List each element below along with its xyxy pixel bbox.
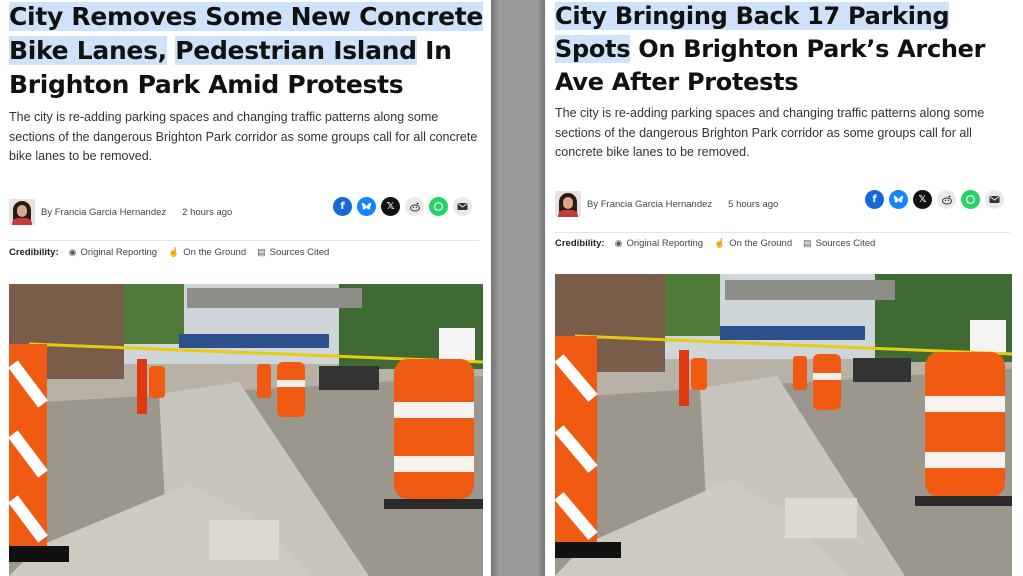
reddit-icon[interactable] [405, 197, 424, 216]
credibility-item[interactable]: ▤ Sources Cited [257, 247, 329, 258]
reddit-icon[interactable] [937, 190, 956, 209]
credibility-item[interactable]: ☝ On the Ground [714, 238, 792, 249]
mail-icon[interactable] [453, 197, 472, 216]
bluesky-icon[interactable] [357, 197, 376, 216]
share-buttons: f 𝕏 [865, 190, 1004, 209]
credibility-bar: Credibility: ◉ Original Reporting ☝ On the… [9, 247, 340, 258]
byline: By Francia Garcia Hernandez 2 hours ago [9, 198, 232, 226]
credibility-item-label: Original Reporting [626, 238, 704, 249]
facebook-icon[interactable]: f [333, 197, 352, 216]
left-article-panel: City Removes Some New Concrete Bike Lane… [0, 0, 491, 576]
credibility-label: Credibility: [555, 238, 605, 249]
mail-icon[interactable] [985, 190, 1004, 209]
article-photo [9, 284, 483, 576]
divider [9, 240, 479, 241]
document-icon: ▤ [803, 238, 812, 248]
article-dek: The city is re-adding parking spaces and… [9, 110, 478, 163]
credibility-item-label: On the Ground [183, 247, 247, 258]
article-headline[interactable]: City Bringing Back 17 Parking Spots On B… [555, 0, 1020, 99]
facebook-icon[interactable]: f [865, 190, 884, 209]
eye-icon: ◉ [614, 238, 623, 248]
bluesky-icon[interactable] [889, 190, 908, 209]
divider [555, 232, 1010, 233]
panel-shadow [491, 0, 499, 576]
credibility-item[interactable]: ▤ Sources Cited [803, 238, 875, 249]
credibility-bar: Credibility: ◉ Original Reporting ☝ On the… [555, 238, 886, 249]
article-photo [555, 274, 1012, 576]
whatsapp-icon[interactable] [961, 190, 980, 209]
credibility-item-label: Sources Cited [815, 238, 876, 249]
publish-time: 5 hours ago [728, 198, 779, 210]
credibility-item-label: Original Reporting [80, 247, 158, 258]
author-avatar[interactable] [555, 191, 581, 217]
document-icon: ▤ [257, 247, 266, 257]
x-icon[interactable]: 𝕏 [381, 197, 400, 216]
author-name[interactable]: By Francia Garcia Hernandez [41, 207, 166, 218]
author-name[interactable]: By Francia Garcia Hernandez [587, 199, 712, 210]
publish-time: 2 hours ago [182, 206, 233, 218]
right-article-panel: City Bringing Back 17 Parking Spots On B… [545, 0, 1023, 576]
x-icon[interactable]: 𝕏 [913, 190, 932, 209]
credibility-label: Credibility: [9, 247, 59, 258]
article-headline[interactable]: City Removes Some New Concrete Bike Lane… [9, 0, 489, 102]
credibility-item[interactable]: ☝ On the Ground [168, 247, 246, 258]
panel-shadow [537, 0, 545, 576]
credibility-item-label: Sources Cited [269, 247, 330, 258]
share-buttons: f 𝕏 [333, 197, 472, 216]
whatsapp-icon[interactable] [429, 197, 448, 216]
article-dek: The city is re-adding parking spaces and… [555, 106, 985, 159]
hand-icon: ☝ [714, 238, 726, 248]
headline-part-highlighted: Pedestrian Island [175, 36, 417, 65]
credibility-item[interactable]: ◉ Original Reporting [69, 247, 157, 258]
hand-icon: ☝ [168, 247, 180, 257]
author-avatar[interactable] [9, 199, 35, 225]
credibility-item-label: On the Ground [729, 238, 793, 249]
credibility-item[interactable]: ◉ Original Reporting [615, 238, 703, 249]
byline: By Francia Garcia Hernandez 5 hours ago [555, 190, 778, 218]
eye-icon: ◉ [68, 247, 77, 257]
